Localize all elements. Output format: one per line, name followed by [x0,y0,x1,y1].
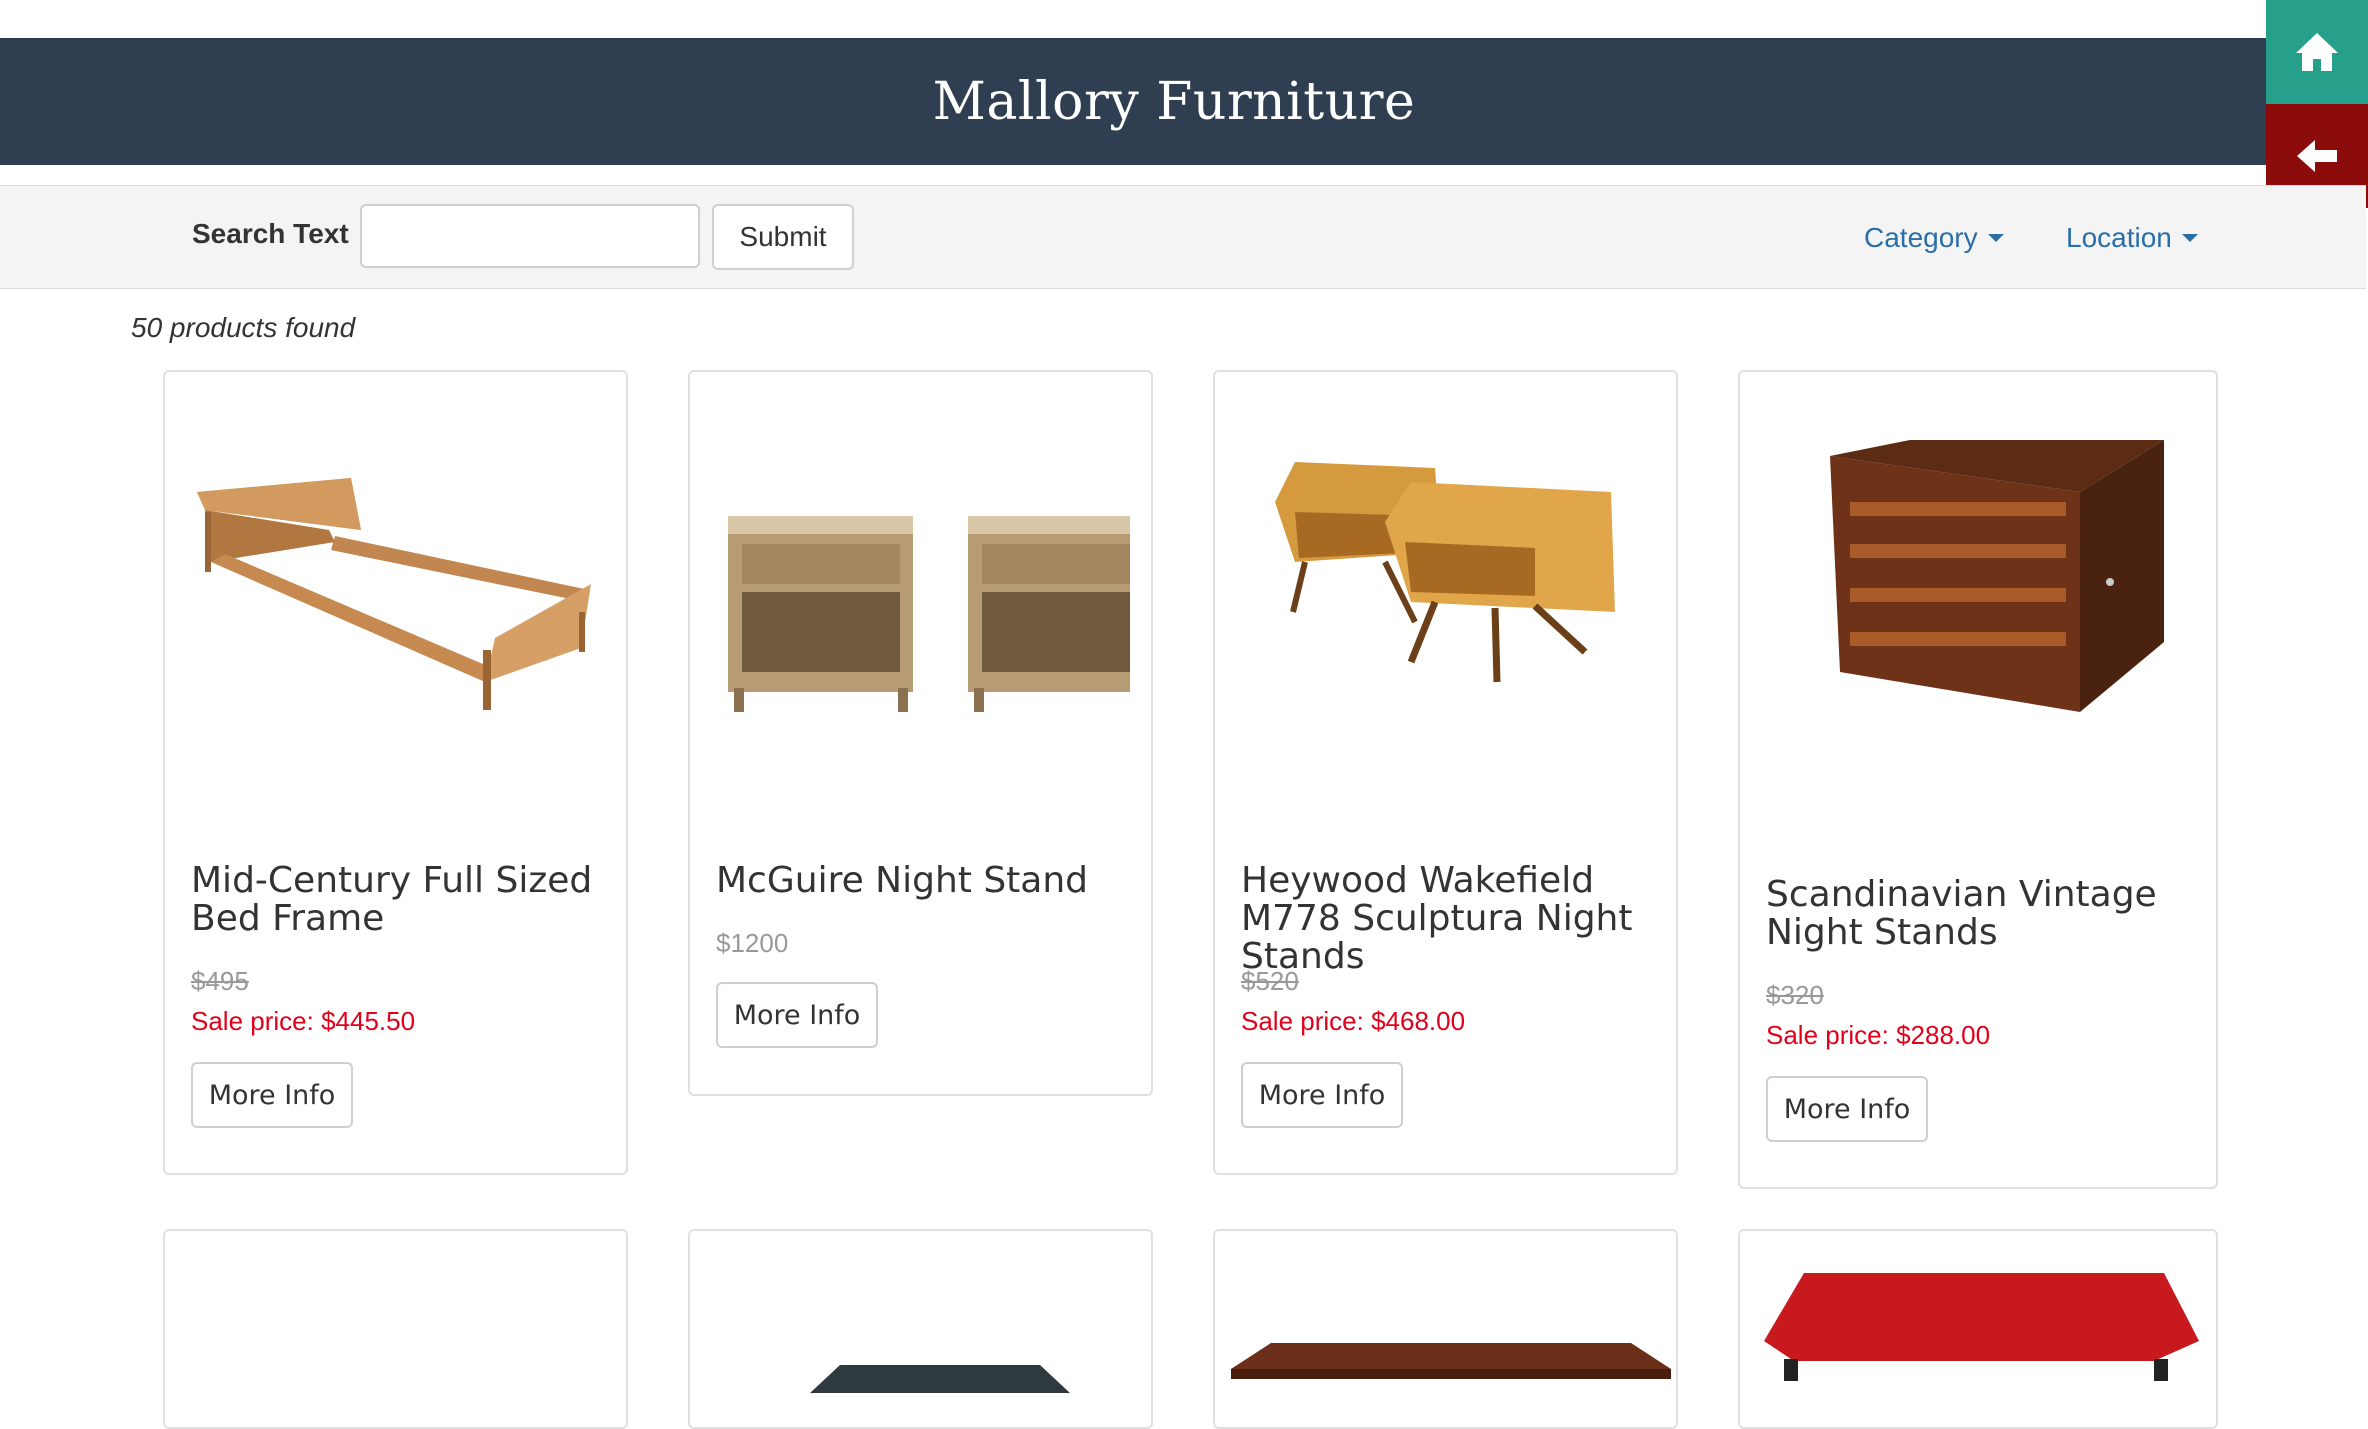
product-card: Heywood Wakefield M778 Sculptura Night S… [1213,370,1678,1175]
more-info-button[interactable]: More Info [1766,1076,1928,1142]
product-image [1275,462,1615,683]
product-title: McGuire Night Stand [716,860,1089,901]
home-button[interactable] [2266,0,2368,104]
original-price: $320 [1766,980,1824,1010]
product-card [1738,1229,2218,1429]
page-title: Mallory Furniture [932,71,1416,132]
product-image [197,478,591,710]
sale-price: Sale price: $288.00 [1766,1020,1991,1050]
product-image [1231,1343,1671,1379]
more-info-button[interactable]: More Info [716,982,878,1048]
product-title: Mid-Century Full Sized Bed Frame [191,860,593,939]
arrow-left-icon [2297,140,2337,172]
product-card: Scandinavian Vintage Night Stands $320 S… [1738,370,2218,1189]
category-dropdown-label: Category [1864,222,1978,253]
product-card [688,1229,1153,1429]
location-dropdown-label: Location [2066,222,2172,253]
product-title: Scandinavian Vintage Night Stands [1766,874,2157,953]
product-image [728,516,1130,712]
product-image [810,1365,1070,1393]
more-info-button[interactable]: More Info [191,1062,353,1128]
original-price: $520 [1241,966,1299,996]
product-card [1213,1229,1678,1429]
site-header: Mallory Furniture [0,38,2368,165]
chevron-down-icon [2181,234,2198,242]
original-price: $495 [191,966,249,996]
product-title: Heywood Wakefield M778 Sculptura Night S… [1241,860,1633,977]
sale-price: Sale price: $445.50 [191,1006,416,1036]
results-count: 50 products found [131,312,356,343]
product-card: Mid-Century Full Sized Bed Frame $495 Sa… [163,370,628,1175]
price: $1200 [716,928,789,958]
search-input[interactable] [360,204,700,268]
chevron-down-icon [1987,234,2004,242]
product-card: McGuire Night Stand $1200 More Info [688,370,1153,1096]
product-image [1830,440,2164,712]
category-dropdown[interactable]: Category [1864,222,2004,254]
home-icon [2296,33,2338,71]
more-info-button[interactable]: More Info [1241,1062,1403,1128]
location-dropdown[interactable]: Location [2066,222,2198,254]
product-image [1764,1273,2199,1381]
sale-price: Sale price: $468.00 [1241,1006,1466,1036]
search-label: Search Text [192,218,349,249]
product-card [163,1229,628,1429]
search-toolbar: Search Text Submit Category Location [0,185,2366,289]
submit-button[interactable]: Submit [712,204,854,270]
